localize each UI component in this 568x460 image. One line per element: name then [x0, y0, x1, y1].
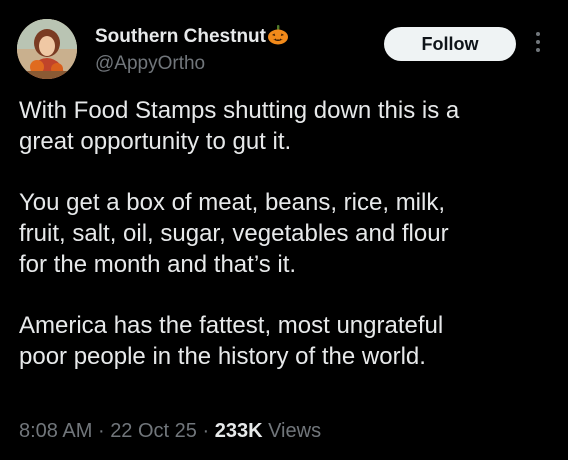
- post-paragraph: With Food Stamps shutting down this is a…: [19, 97, 460, 155]
- more-options-icon[interactable]: [530, 32, 546, 58]
- avatar[interactable]: [17, 19, 77, 79]
- post: Southern Chestnut @AppyOrtho Follow With…: [0, 0, 568, 460]
- author-block: Southern Chestnut @AppyOrtho: [95, 24, 289, 75]
- display-name[interactable]: Southern Chestnut: [95, 26, 266, 47]
- post-text: With Food Stamps shutting down this is a…: [19, 95, 549, 372]
- author-name-row[interactable]: Southern Chestnut: [95, 24, 289, 51]
- meta-separator: ·: [97, 420, 105, 442]
- post-paragraph: You get a box of meat, beans, rice, milk…: [19, 189, 449, 278]
- meta-separator: ·: [202, 420, 210, 442]
- post-time[interactable]: 8:08 AM: [19, 420, 92, 442]
- views-count[interactable]: 233K: [215, 420, 263, 442]
- post-meta: 8:08 AM · 22 Oct 25 · 233K Views: [19, 420, 321, 443]
- author-handle[interactable]: @AppyOrtho: [95, 53, 289, 75]
- post-date[interactable]: 22 Oct 25: [110, 420, 197, 442]
- follow-button[interactable]: Follow: [384, 27, 516, 61]
- views-label: Views: [268, 420, 322, 442]
- post-paragraph: America has the fattest, most ungrateful…: [19, 312, 444, 370]
- pumpkin-icon: [267, 24, 289, 51]
